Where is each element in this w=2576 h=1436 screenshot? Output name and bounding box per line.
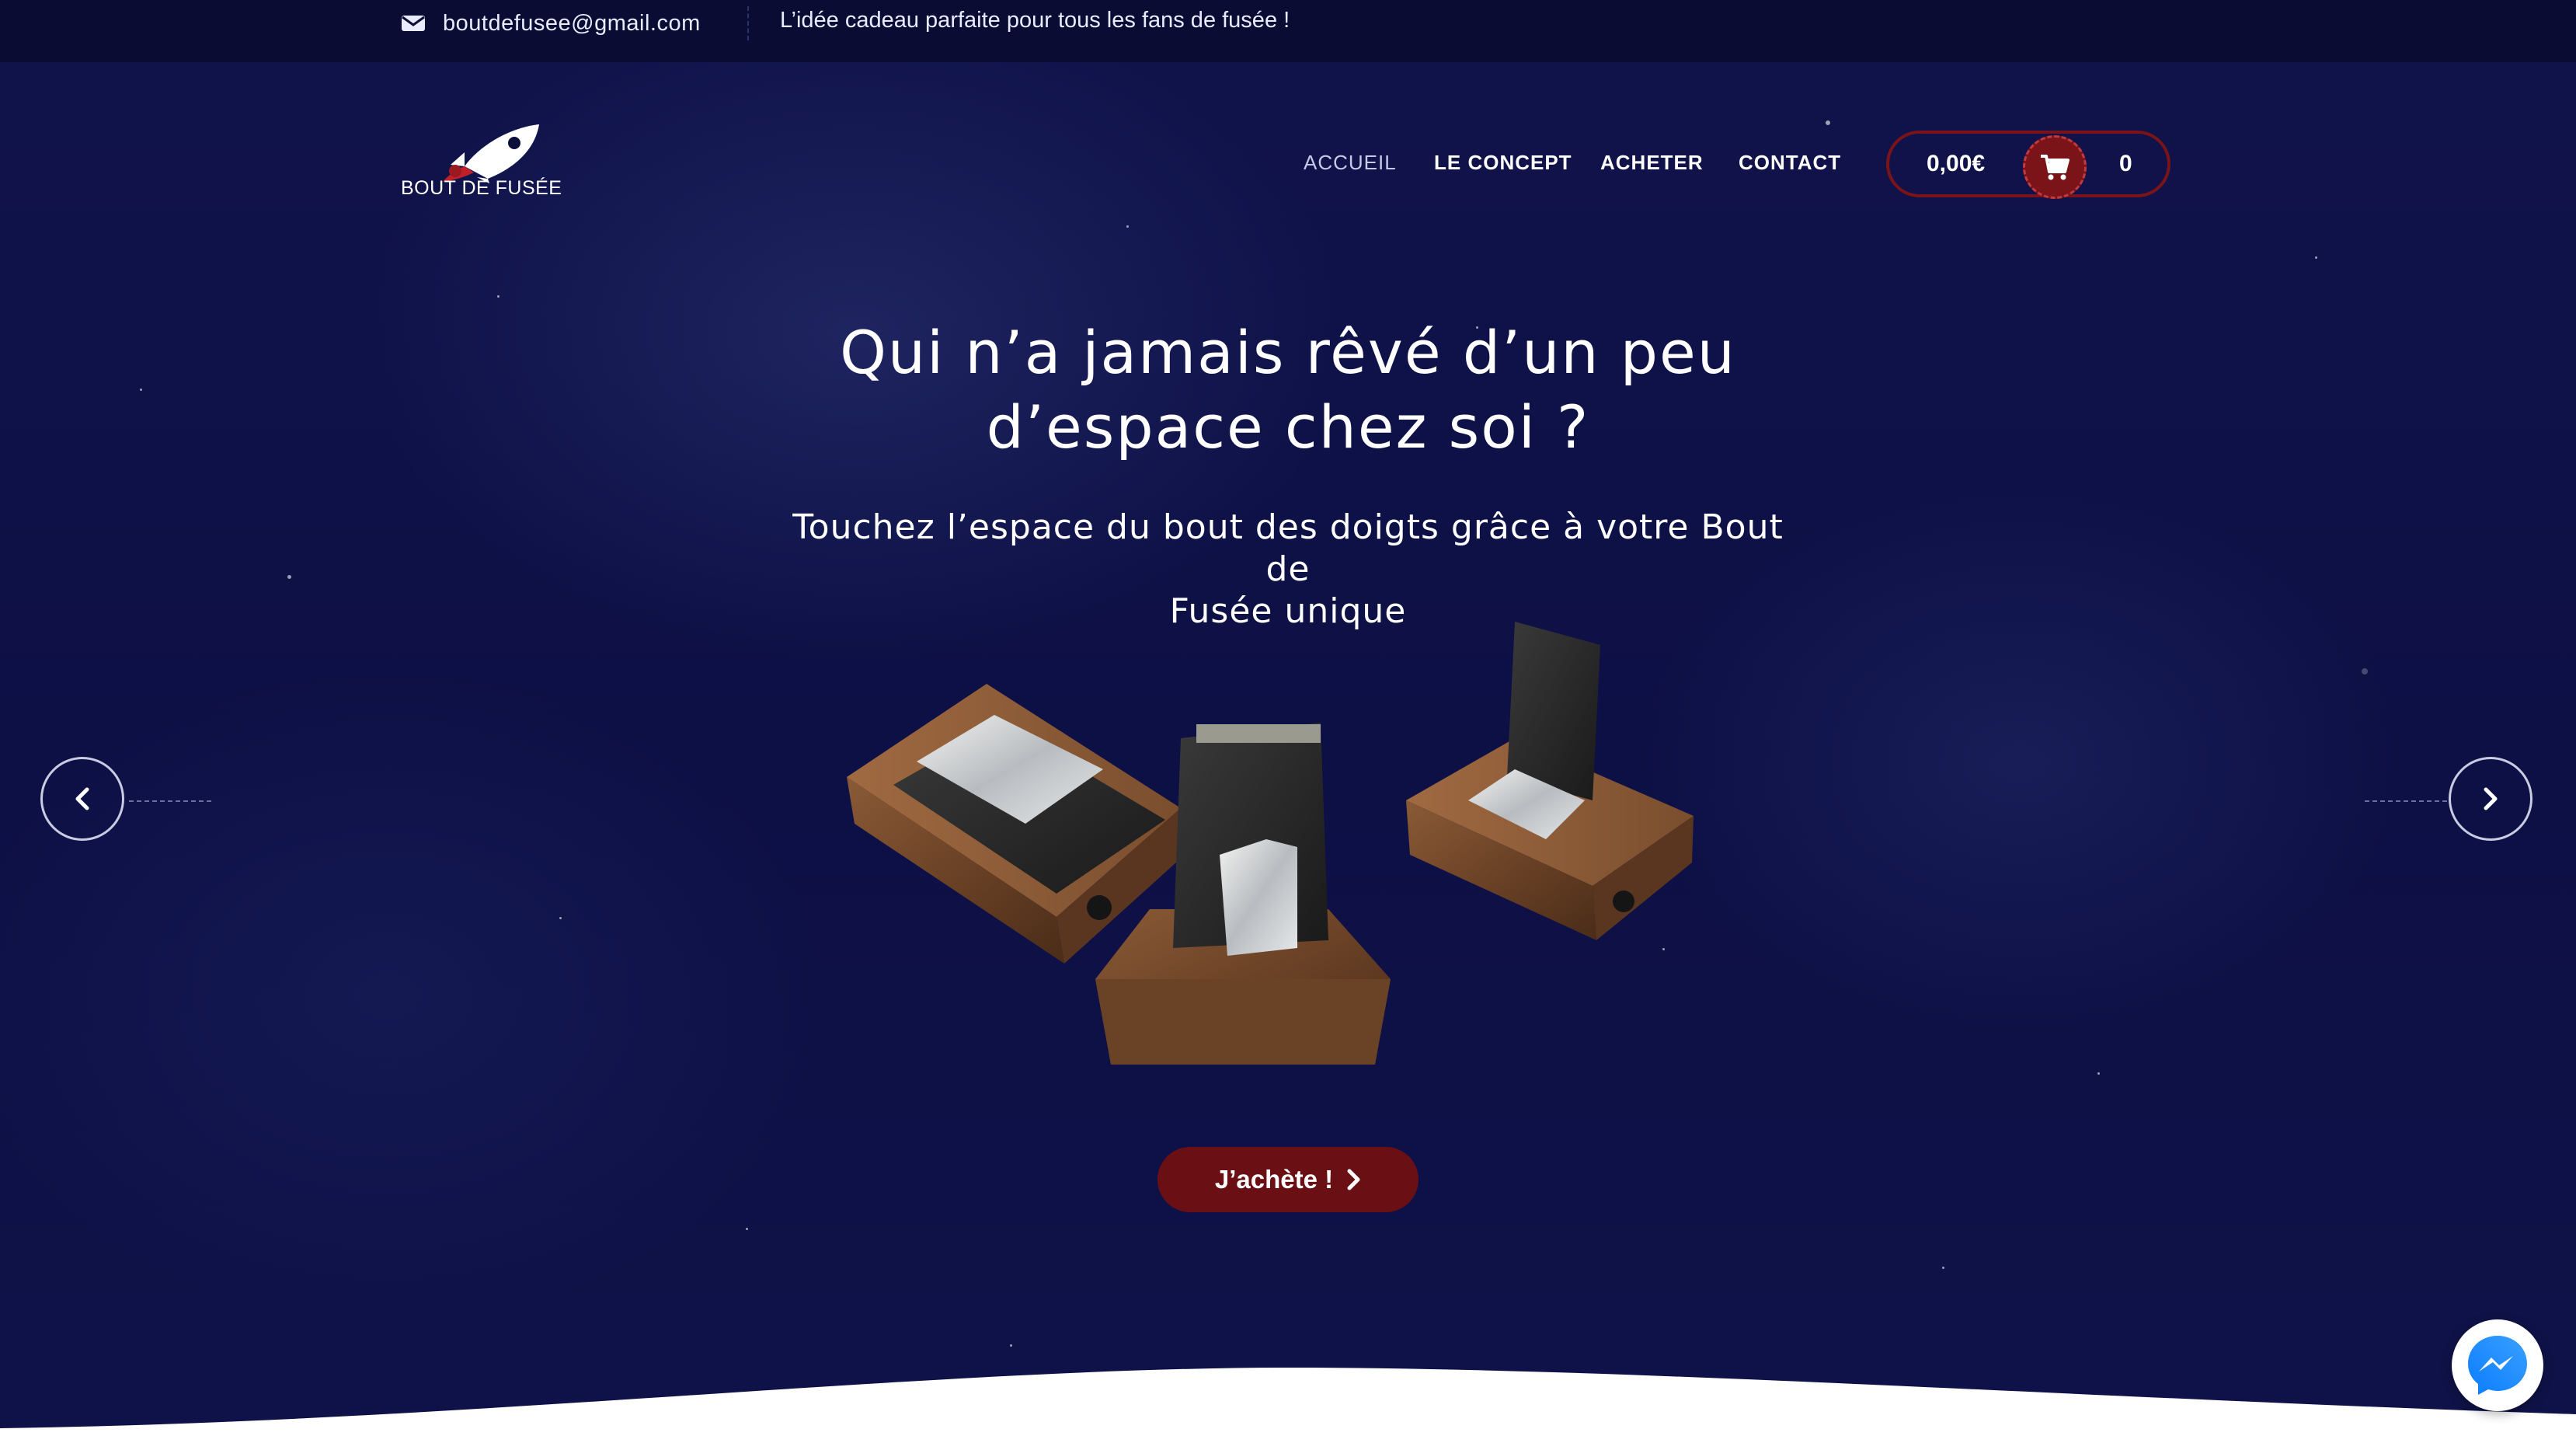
cart-button[interactable] xyxy=(2023,135,2087,199)
headline-line-2: d’espace chez soi ? xyxy=(986,392,1590,462)
buy-button-label: J’achète ! xyxy=(1214,1165,1334,1194)
top-bar-divider xyxy=(747,6,749,40)
slider-next-button[interactable] xyxy=(2449,757,2532,841)
buy-button[interactable]: J’achète ! xyxy=(1157,1147,1419,1212)
chevron-right-icon xyxy=(1347,1169,1360,1190)
nav-item-acheter[interactable]: ACHETER xyxy=(1600,151,1704,175)
top-bar: boutdefusee@gmail.com L’idée cadeau parf… xyxy=(0,0,2576,62)
nav-item-accueil[interactable]: ACCUEIL xyxy=(1304,151,1397,175)
nav-item-le-concept[interactable]: LE CONCEPT xyxy=(1434,151,1572,175)
brand-logo[interactable]: BOUT DE FUSÉE xyxy=(401,121,572,207)
messenger-icon xyxy=(2468,1336,2527,1395)
cart-widget[interactable]: 0,00€ 0 xyxy=(1886,131,2170,199)
chevron-left-icon xyxy=(75,787,89,810)
product-image xyxy=(847,622,1694,1065)
brand-name: BOUT DE FUSÉE xyxy=(401,177,562,199)
cart-count: 0 xyxy=(2119,151,2132,176)
nav-item-contact[interactable]: CONTACT xyxy=(1739,151,1841,175)
rocket-icon xyxy=(443,124,539,183)
cart-total: 0,00€ xyxy=(1927,151,1986,176)
section-wave-divider xyxy=(0,1368,2576,1436)
top-bar-tagline: L’idée cadeau parfaite pour tous les fan… xyxy=(780,8,1290,33)
slider-prev-dash xyxy=(129,800,211,802)
hero-headline: Qui n’a jamais rêvé d’un peu d’espace ch… xyxy=(777,315,1799,465)
email-text[interactable]: boutdefusee@gmail.com xyxy=(443,11,701,37)
messenger-chat-button[interactable] xyxy=(2452,1319,2543,1411)
subline-line-1: Touchez l’espace du bout des doigts grâc… xyxy=(792,507,1784,589)
slider-prev-button[interactable] xyxy=(40,757,124,841)
envelope-icon xyxy=(402,16,425,31)
contact-email[interactable]: boutdefusee@gmail.com xyxy=(401,0,701,47)
shopping-cart-icon xyxy=(2041,155,2070,180)
slider-next-dash xyxy=(2365,800,2447,802)
chevron-right-icon xyxy=(2484,787,2498,810)
headline-line-1: Qui n’a jamais rêvé d’un peu xyxy=(840,318,1736,387)
